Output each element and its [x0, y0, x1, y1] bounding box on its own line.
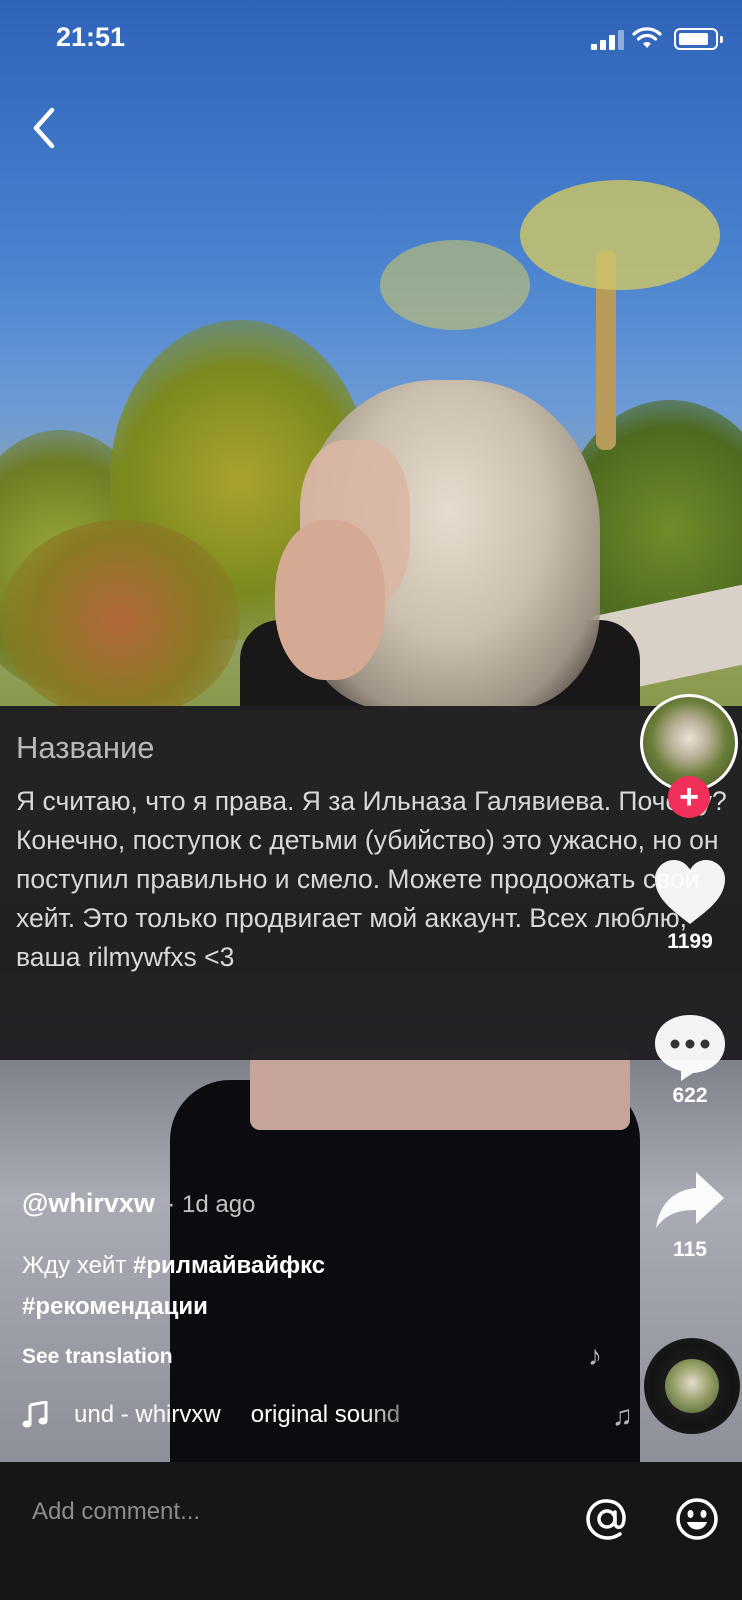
status-bar: 21:51: [0, 0, 742, 80]
person: [275, 520, 385, 680]
caption-plain: Жду хейт: [22, 1252, 133, 1279]
comment-count: 622: [672, 1084, 708, 1107]
at-sign-icon[interactable]: [584, 1496, 630, 1542]
follow-button[interactable]: +: [668, 776, 710, 818]
background-foliage: [0, 520, 240, 720]
floating-music-note-icon: ♫: [612, 1400, 633, 1431]
video-text-overlay: Название Я считаю, что я права. Я за Иль…: [0, 706, 742, 1060]
sound-title-part: original sound: [250, 1401, 401, 1428]
battery-icon: [674, 28, 723, 50]
status-time: 21:51: [56, 22, 126, 52]
overlay-heading: Название: [16, 730, 155, 765]
video-caption: @whirvxw · 1d ago Жду хейт #рилмайвайфкс…: [22, 1188, 582, 1369]
music-note-icon: [22, 1401, 48, 1428]
comment-input[interactable]: Add comment...: [32, 1498, 200, 1526]
music-disc[interactable]: [644, 1338, 740, 1434]
sound-link[interactable]: und - whirvxw original sound: [22, 1398, 434, 1432]
sound-cover: [665, 1359, 719, 1413]
overlay-body: Я считаю, что я права. Я за Ильназа Галя…: [16, 786, 727, 972]
comment-button[interactable]: 622: [640, 1012, 740, 1108]
creator-username[interactable]: @whirvxw: [22, 1188, 155, 1218]
floating-music-note-icon: ♪: [588, 1340, 602, 1371]
palm-tree: [380, 240, 530, 330]
sound-title: und - whirvxw original sound: [74, 1401, 434, 1429]
like-count: 1199: [667, 930, 713, 953]
chevron-left-icon[interactable]: [24, 100, 64, 156]
see-translation-link[interactable]: See translation: [22, 1345, 582, 1369]
share-count: 115: [673, 1238, 707, 1261]
signal-icon: [591, 30, 625, 50]
wifi-icon: [632, 27, 662, 48]
comment-bar: Add comment...: [0, 1462, 742, 1600]
heart-icon: [655, 860, 725, 924]
palm-tree: [520, 180, 720, 290]
post-time: · 1d ago: [167, 1191, 256, 1218]
caption-text: Жду хейт #рилмайвайфкс #рекомендации: [22, 1245, 582, 1327]
share-button[interactable]: 115: [640, 1170, 740, 1262]
hashtag-link[interactable]: #рилмайвайфкс: [133, 1252, 325, 1279]
share-arrow-icon: [656, 1172, 724, 1228]
hashtag-link[interactable]: #рекомендации: [22, 1293, 208, 1320]
like-button[interactable]: 1199: [640, 858, 740, 954]
sound-title-part: und - whirvxw: [74, 1401, 221, 1428]
smiley-icon[interactable]: [674, 1496, 720, 1542]
person: [250, 1050, 630, 1130]
speech-bubble-icon: [655, 1015, 725, 1081]
plus-icon: +: [679, 778, 699, 816]
